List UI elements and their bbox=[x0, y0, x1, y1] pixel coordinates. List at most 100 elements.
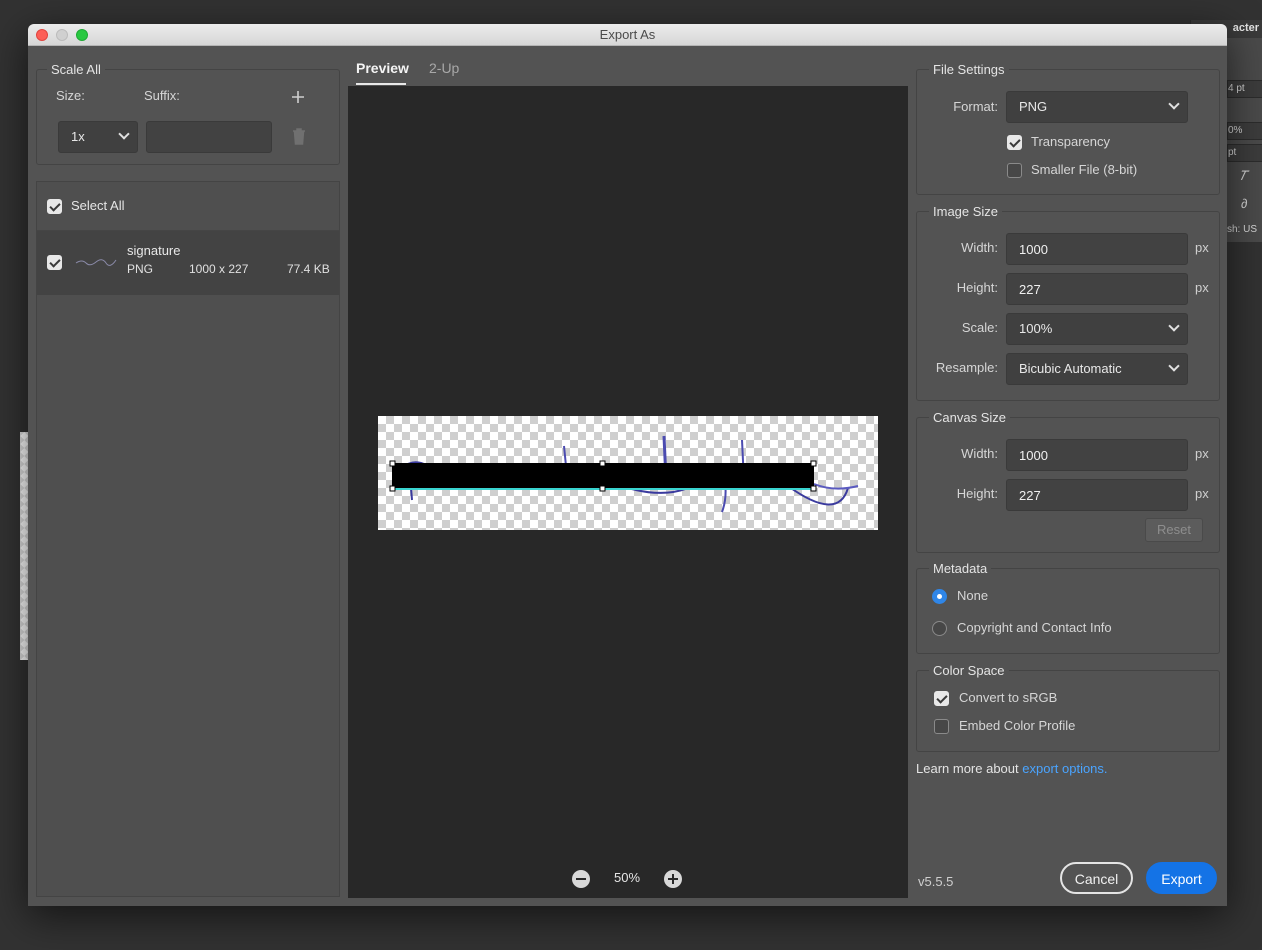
scale-all-group: Scale All Size: Suffix: 1x bbox=[36, 62, 340, 165]
smaller-file-checkbox[interactable] bbox=[1007, 163, 1022, 178]
image-height-unit: px bbox=[1195, 280, 1209, 295]
image-width-value: 1000 bbox=[1019, 242, 1048, 257]
canvas-width-value: 1000 bbox=[1019, 448, 1048, 463]
image-width-input[interactable]: 1000 bbox=[1006, 233, 1188, 265]
chevron-down-icon bbox=[118, 128, 130, 140]
transparency-checkbox[interactable] bbox=[1007, 135, 1022, 150]
canvas-height-value: 227 bbox=[1019, 488, 1041, 503]
asset-checkbox[interactable] bbox=[47, 255, 62, 270]
type-tool-icon: 𝑇 bbox=[1239, 168, 1248, 183]
export-options-link[interactable]: export options. bbox=[1022, 761, 1107, 776]
scale-label: Scale: bbox=[961, 320, 998, 335]
background-size-value: 4 pt bbox=[1228, 83, 1245, 94]
version-label: v5.5.5 bbox=[918, 874, 954, 889]
export-button[interactable]: Export bbox=[1146, 862, 1217, 894]
resample-value: Bicubic Automatic bbox=[1019, 361, 1122, 376]
image-height-value: 227 bbox=[1019, 282, 1041, 297]
format-label: Format: bbox=[953, 99, 998, 114]
background-pt-value: pt bbox=[1228, 147, 1237, 158]
convert-srgb-checkbox[interactable] bbox=[934, 691, 949, 706]
add-scale-icon[interactable] bbox=[291, 90, 305, 104]
image-width-unit: px bbox=[1195, 240, 1209, 255]
canvas-height-input[interactable]: 227 bbox=[1006, 479, 1188, 511]
background-lang-value: sh: US bbox=[1227, 224, 1258, 235]
scale-size-value: 1x bbox=[71, 129, 85, 144]
asset-filesize: 77.4 KB bbox=[287, 262, 330, 276]
resample-select[interactable]: Bicubic Automatic bbox=[1006, 353, 1188, 385]
suffix-label: Suffix: bbox=[144, 88, 180, 103]
canvas-height-unit: px bbox=[1195, 486, 1209, 501]
asset-thumbnail bbox=[75, 259, 117, 266]
background-pt-field: pt bbox=[1227, 144, 1262, 162]
scale-select[interactable]: 100% bbox=[1006, 313, 1188, 345]
canvas-size-group: Canvas Size Width: 1000 px Height: 227 p… bbox=[916, 410, 1220, 553]
format-select[interactable]: PNG bbox=[1006, 91, 1188, 123]
image-height-label: Height: bbox=[956, 280, 998, 295]
metadata-copyright-radio[interactable] bbox=[932, 621, 947, 636]
scale-all-legend: Scale All bbox=[47, 62, 105, 77]
asset-row[interactable]: signature PNG 1000 x 227 77.4 KB bbox=[37, 231, 339, 295]
background-size-field: 4 pt bbox=[1227, 80, 1262, 98]
canvas-width-unit: px bbox=[1195, 446, 1209, 461]
metadata-none-radio[interactable] bbox=[932, 589, 947, 604]
metadata-none-label: None bbox=[957, 588, 989, 603]
learn-more-prefix: Learn more about bbox=[916, 761, 1019, 776]
preview-area[interactable]: 50% bbox=[348, 86, 908, 898]
reset-button[interactable]: Reset bbox=[1145, 518, 1203, 542]
path-icon: ∂ bbox=[1241, 196, 1248, 211]
title-bar: Export As bbox=[28, 24, 1227, 46]
scale-size-select[interactable]: 1x bbox=[58, 121, 138, 153]
tab-preview[interactable]: Preview bbox=[356, 60, 409, 76]
background-lang-field: sh: US bbox=[1227, 222, 1262, 240]
canvas-height-label: Height: bbox=[956, 486, 998, 501]
embed-profile-label: Embed Color Profile bbox=[959, 718, 1076, 733]
preview-canvas[interactable] bbox=[378, 416, 878, 530]
active-tab-indicator bbox=[356, 83, 406, 85]
signature-artwork bbox=[389, 435, 859, 513]
learn-more-text: Learn more about export options. bbox=[916, 761, 1108, 776]
asset-format: PNG bbox=[127, 262, 154, 276]
format-value: PNG bbox=[1019, 99, 1048, 114]
chevron-down-icon bbox=[1168, 320, 1180, 332]
export-as-dialog: Export As Scale All Size: Suffix: 1x Sel… bbox=[28, 24, 1227, 906]
file-settings-group: File Settings Format: PNG Transparency S… bbox=[916, 62, 1220, 195]
dialog-title: Export As bbox=[599, 27, 656, 42]
cancel-button[interactable]: Cancel bbox=[1060, 862, 1133, 894]
select-all-label: Select All bbox=[71, 198, 125, 213]
zoom-level: 50% bbox=[614, 870, 641, 885]
metadata-group: Metadata None Copyright and Contact Info bbox=[916, 561, 1220, 654]
chevron-down-icon bbox=[1168, 360, 1180, 372]
size-label: Size: bbox=[56, 88, 85, 103]
select-all-checkbox[interactable] bbox=[47, 199, 62, 214]
canvas-width-input[interactable]: 1000 bbox=[1006, 439, 1188, 471]
scale-value: 100% bbox=[1019, 321, 1053, 336]
suffix-input[interactable] bbox=[146, 121, 272, 153]
background-percent-value: 0% bbox=[1228, 125, 1243, 136]
resample-label: Resample: bbox=[935, 360, 998, 375]
zoom-in-icon[interactable] bbox=[664, 870, 682, 888]
embed-profile-checkbox[interactable] bbox=[934, 719, 949, 734]
color-space-legend: Color Space bbox=[929, 663, 1009, 678]
transparency-label: Transparency bbox=[1031, 134, 1110, 149]
tab-2-up[interactable]: 2-Up bbox=[429, 60, 459, 76]
file-settings-legend: File Settings bbox=[929, 62, 1009, 77]
metadata-copyright-label: Copyright and Contact Info bbox=[957, 620, 1112, 635]
image-height-input[interactable]: 227 bbox=[1006, 273, 1188, 305]
image-size-legend: Image Size bbox=[929, 204, 1003, 219]
asset-name: signature bbox=[127, 243, 181, 258]
background-percent-field: 0% bbox=[1227, 122, 1262, 140]
chevron-down-icon bbox=[1168, 98, 1180, 110]
metadata-legend: Metadata bbox=[929, 561, 992, 576]
smaller-file-label: Smaller File (8-bit) bbox=[1031, 162, 1138, 177]
canvas-width-label: Width: bbox=[961, 446, 998, 461]
background-canvas-strip bbox=[20, 432, 28, 660]
image-width-label: Width: bbox=[961, 240, 998, 255]
asset-dimensions: 1000 x 227 bbox=[189, 262, 249, 276]
background-panel-tab-label: acter bbox=[1232, 22, 1259, 34]
asset-list: Select All signature PNG 1000 x 227 77.4… bbox=[36, 181, 340, 897]
zoom-out-icon[interactable] bbox=[572, 870, 590, 888]
convert-srgb-label: Convert to sRGB bbox=[959, 690, 1058, 705]
canvas-size-legend: Canvas Size bbox=[929, 410, 1010, 425]
color-space-group: Color Space Convert to sRGB Embed Color … bbox=[916, 663, 1220, 752]
trash-icon[interactable] bbox=[292, 128, 306, 145]
